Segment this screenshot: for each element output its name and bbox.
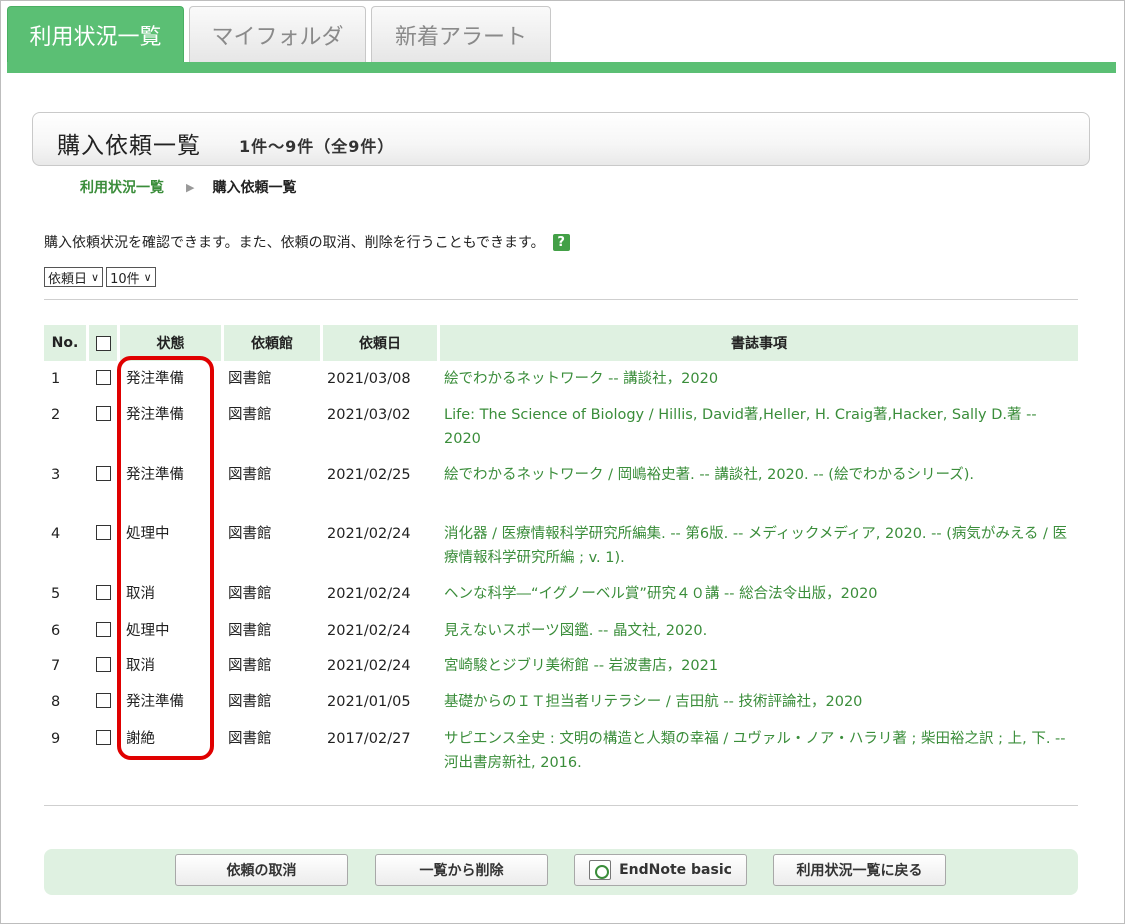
row-status: 発注準備 — [126, 694, 184, 710]
header-library: 依頼館 — [224, 325, 320, 361]
help-icon[interactable]: ? — [552, 233, 570, 251]
row-status: 処理中 — [126, 623, 170, 639]
breadcrumb: 利用状況一覧 ▶ 購入依頼一覧 — [80, 177, 296, 197]
row-date: 2021/02/24 — [327, 658, 411, 674]
endnote-icon — [589, 860, 612, 880]
row-date: 2021/02/24 — [327, 526, 411, 542]
sort-select[interactable]: 依頼日 ∨ — [44, 267, 104, 287]
row-biblio-link[interactable]: 宮崎駿とジブリ美術館 -- 岩波書店，2021 — [444, 654, 1074, 678]
header-status: 状態 — [120, 325, 221, 361]
row-biblio-link[interactable]: 絵でわかるネットワーク -- 講談社，2020 — [444, 367, 1074, 391]
row-biblio-link[interactable]: 絵でわかるネットワーク / 岡嶋裕史著. -- 講談社, 2020. -- (絵… — [444, 463, 1074, 487]
row-no: 7 — [51, 658, 61, 674]
cancel-request-label: 依頼の取消 — [226, 863, 297, 879]
row-biblio-link[interactable]: 基礎からのＩＴ担当者リテラシー / 吉田航 -- 技術評論社，2020 — [444, 690, 1074, 714]
row-checkbox[interactable] — [96, 406, 111, 421]
description-text: 購入依頼状況を確認できます。また、依頼の取消、削除を行うこともできます。 — [44, 235, 545, 251]
row-checkbox[interactable] — [96, 622, 111, 637]
row-no: 3 — [51, 467, 61, 483]
row-date: 2021/02/24 — [327, 586, 411, 602]
row-date: 2017/02/27 — [327, 731, 411, 747]
remove-from-list-label: 一覧から削除 — [419, 863, 504, 879]
remove-from-list-button[interactable]: 一覧から削除 — [375, 854, 548, 886]
back-to-usage-list-button[interactable]: 利用状況一覧に戻る — [773, 854, 946, 886]
page-size-select-value: 10件 — [110, 271, 140, 287]
row-biblio-link[interactable]: Life: The Science of Biology / Hillis, D… — [444, 403, 1074, 451]
select-all-checkbox[interactable] — [95, 335, 111, 351]
tab-underline — [7, 62, 1116, 73]
row-status: 発注準備 — [126, 467, 184, 483]
row-no: 6 — [51, 623, 61, 639]
sort-select-value: 依頼日 — [48, 271, 88, 287]
table-header: No. 状態 依頼館 依頼日 書誌事項 — [44, 325, 1078, 361]
row-checkbox[interactable] — [96, 730, 111, 745]
row-checkbox[interactable] — [96, 466, 111, 481]
back-to-usage-list-label: 利用状況一覧に戻る — [796, 863, 923, 879]
page-title: 購入依頼一覧 — [57, 133, 201, 159]
breadcrumb-parent-link[interactable]: 利用状況一覧 — [80, 177, 164, 197]
row-date: 2021/03/08 — [327, 371, 411, 387]
row-date: 2021/03/02 — [327, 407, 411, 423]
row-status: 取消 — [126, 586, 155, 602]
row-library: 図書館 — [228, 694, 272, 710]
row-library: 図書館 — [228, 731, 272, 747]
header-select-all — [89, 325, 117, 361]
row-library: 図書館 — [228, 623, 272, 639]
row-checkbox[interactable] — [96, 693, 111, 708]
row-checkbox[interactable] — [96, 657, 111, 672]
row-biblio-link[interactable]: 見えないスポーツ図鑑. -- 晶文社, 2020. — [444, 619, 1074, 643]
row-library: 図書館 — [228, 526, 272, 542]
row-status: 発注準備 — [126, 407, 184, 423]
divider-top — [44, 299, 1078, 300]
row-no: 9 — [51, 731, 61, 747]
row-no: 8 — [51, 694, 61, 710]
row-biblio-link[interactable]: ヘンな科学―“イグノーベル賞”研究４０講 -- 総合法令出版，2020 — [444, 582, 1074, 606]
tab-my-folder[interactable]: マイフォルダ — [189, 6, 366, 63]
row-checkbox[interactable] — [96, 370, 111, 385]
row-library: 図書館 — [228, 586, 272, 602]
row-checkbox[interactable] — [96, 525, 111, 540]
list-controls: 依頼日 ∨ 10件 ∨ — [44, 267, 156, 287]
row-date: 2021/01/05 — [327, 694, 411, 710]
result-count: 1件～9件（全9件） — [239, 137, 395, 156]
tab-new-alert[interactable]: 新着アラート — [371, 6, 551, 63]
row-library: 図書館 — [228, 371, 272, 387]
row-status: 取消 — [126, 658, 155, 674]
breadcrumb-arrow-icon: ▶ — [186, 180, 195, 194]
row-date: 2021/02/25 — [327, 467, 411, 483]
page-title-box: 購入依頼一覧 1件～9件（全9件） — [32, 112, 1090, 166]
row-no: 5 — [51, 586, 61, 602]
tab-usage-list[interactable]: 利用状況一覧 — [7, 6, 184, 63]
chevron-down-icon: ∨ — [91, 270, 100, 284]
row-biblio-link[interactable]: 消化器 / 医療情報科学研究所編集. -- 第6版. -- メディックメディア,… — [444, 522, 1074, 570]
endnote-basic-button[interactable]: EndNote basic — [574, 854, 747, 886]
action-bar: 依頼の取消 一覧から削除 EndNote basic 利用状況一覧に戻る — [44, 849, 1078, 895]
row-no: 4 — [51, 526, 61, 542]
row-status: 処理中 — [126, 526, 170, 542]
row-no: 2 — [51, 407, 61, 423]
breadcrumb-current: 購入依頼一覧 — [212, 180, 297, 196]
row-status: 謝絶 — [126, 731, 155, 747]
cancel-request-button[interactable]: 依頼の取消 — [175, 854, 348, 886]
row-checkbox[interactable] — [96, 585, 111, 600]
chevron-down-icon: ∨ — [143, 270, 152, 284]
divider-bottom — [44, 805, 1078, 806]
description: 購入依頼状況を確認できます。また、依頼の取消、削除を行うこともできます。 ? — [44, 232, 570, 252]
row-library: 図書館 — [228, 407, 272, 423]
page-size-select[interactable]: 10件 ∨ — [106, 267, 156, 287]
row-library: 図書館 — [228, 467, 272, 483]
header-biblio: 書誌事項 — [440, 325, 1078, 361]
header-date: 依頼日 — [323, 325, 437, 361]
header-no: No. — [44, 325, 86, 361]
row-biblio-link[interactable]: サピエンス全史 : 文明の構造と人類の幸福 / ユヴァル・ノア・ハラリ著 ; 柴… — [444, 727, 1074, 775]
row-library: 図書館 — [228, 658, 272, 674]
endnote-basic-label: EndNote basic — [619, 862, 732, 878]
row-no: 1 — [51, 371, 61, 387]
row-status: 発注準備 — [126, 371, 184, 387]
row-date: 2021/02/24 — [327, 623, 411, 639]
